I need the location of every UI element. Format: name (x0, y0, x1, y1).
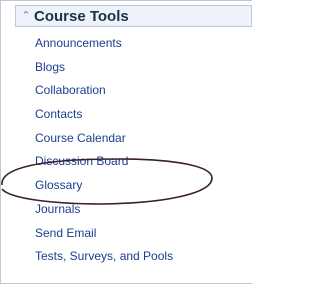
menu-item-discussion-board[interactable]: Discussion Board (35, 150, 173, 174)
menu-item-journals[interactable]: Journals (35, 198, 173, 222)
menu-item-collaboration[interactable]: Collaboration (35, 79, 173, 103)
course-tools-panel: ⌃ Course Tools Announcements Blogs Colla… (0, 0, 252, 284)
menu-item-contacts[interactable]: Contacts (35, 103, 173, 127)
collapse-up-icon[interactable]: ⌃ (19, 8, 33, 24)
course-tools-header[interactable]: ⌃ Course Tools (15, 5, 252, 27)
menu-item-announcements[interactable]: Announcements (35, 32, 173, 56)
menu-item-send-email[interactable]: Send Email (35, 222, 173, 246)
menu-item-tests-surveys-pools[interactable]: Tests, Surveys, and Pools (35, 245, 173, 269)
menu-item-course-calendar[interactable]: Course Calendar (35, 127, 173, 151)
course-tools-menu: Announcements Blogs Collaboration Contac… (35, 32, 173, 269)
course-tools-title: Course Tools (34, 7, 129, 25)
menu-item-glossary[interactable]: Glossary (35, 174, 173, 198)
menu-item-blogs[interactable]: Blogs (35, 56, 173, 80)
